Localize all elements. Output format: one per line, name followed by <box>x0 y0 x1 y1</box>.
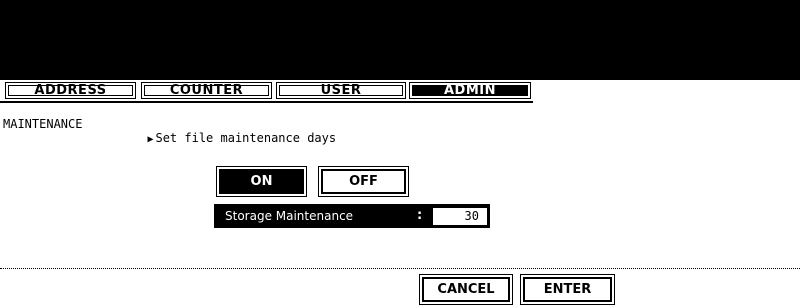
enter-button-label: ENTER <box>523 277 612 302</box>
on-button-label: ON <box>219 169 304 194</box>
off-button[interactable]: OFF <box>318 166 409 197</box>
tab-admin[interactable]: ADMIN <box>409 82 531 99</box>
storage-days-field[interactable]: 30 <box>433 208 487 225</box>
tab-admin-label: ADMIN <box>412 83 528 98</box>
breadcrumb-section: MAINTENANCE <box>3 117 83 131</box>
storage-maintenance-label: Storage Maintenance <box>225 209 354 223</box>
tab-address[interactable]: ADDRESS <box>5 82 136 99</box>
header-band <box>0 0 800 80</box>
tab-counter-label: COUNTER <box>144 83 269 98</box>
play-arrow-icon: ▶ <box>147 134 154 145</box>
footer-divider <box>0 268 800 269</box>
tab-counter[interactable]: COUNTER <box>141 82 272 99</box>
enter-button[interactable]: ENTER <box>520 274 615 305</box>
tab-address-label: ADDRESS <box>8 83 133 98</box>
cancel-button[interactable]: CANCEL <box>419 274 513 305</box>
page-title: Set file maintenance days <box>155 131 337 145</box>
off-button-label: OFF <box>321 169 406 194</box>
cancel-button-label: CANCEL <box>422 277 510 302</box>
tab-user[interactable]: USER <box>276 82 406 99</box>
breadcrumb: ▶ Set file maintenance days <box>133 117 336 145</box>
tab-user-label: USER <box>279 83 403 98</box>
tab-divider <box>0 101 533 103</box>
storage-separator: : <box>417 208 423 223</box>
on-button[interactable]: ON <box>216 166 307 197</box>
storage-maintenance-row: Storage Maintenance : 30 <box>214 204 490 228</box>
